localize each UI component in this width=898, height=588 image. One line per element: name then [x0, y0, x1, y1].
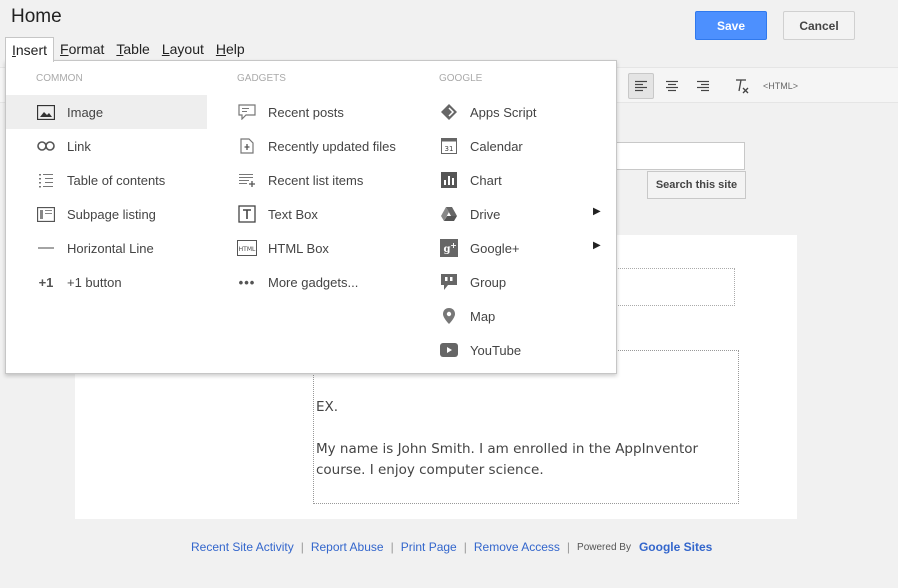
insert-text-box-item[interactable]: Text Box — [237, 197, 318, 231]
google-plus-submenu-arrow-icon: ▶ — [593, 240, 601, 251]
subpage-listing-icon — [36, 204, 56, 224]
menu-format[interactable]: Format — [54, 37, 110, 61]
content-placeholder-box[interactable] — [615, 268, 735, 306]
clear-formatting-icon[interactable] — [728, 73, 754, 99]
svg-text:31: 31 — [445, 145, 454, 153]
link-icon — [36, 136, 56, 156]
align-left-icon[interactable] — [628, 73, 654, 99]
insert-subpage-listing-item[interactable]: Subpage listing — [36, 197, 156, 231]
apps-script-icon — [439, 102, 459, 122]
more-gadgets-icon: ••• — [238, 274, 256, 290]
svg-text:+: + — [450, 241, 457, 250]
html-box-icon: HTML — [237, 238, 257, 258]
insert-recent-posts-item[interactable]: Recent posts — [237, 95, 344, 129]
youtube-icon — [439, 340, 459, 360]
menubar: Insert Format Table Layout Help — [5, 37, 251, 62]
footer-separator: | — [566, 540, 571, 554]
gadgets-header: Gadgets — [237, 73, 286, 84]
body-line-2: My name is John Smith. I am enrolled in … — [316, 441, 699, 478]
insert-toc-item[interactable]: Table of contents — [36, 163, 165, 197]
insert-menu-dropdown: Common Image Link Table of contents Subp… — [5, 60, 617, 374]
insert-recently-updated-files-item[interactable]: Recently updated files — [237, 129, 396, 163]
menu-insert[interactable]: Insert — [5, 37, 55, 62]
text-box-icon — [237, 204, 257, 224]
insert-chart-item[interactable]: Chart — [439, 163, 502, 197]
align-right-icon[interactable] — [690, 73, 716, 99]
save-button[interactable]: Save — [695, 11, 767, 40]
recent-files-icon — [237, 136, 257, 156]
menu-help[interactable]: Help — [210, 37, 251, 61]
table-of-contents-icon — [36, 170, 56, 190]
footer-link-activity[interactable]: Recent Site Activity — [191, 540, 294, 554]
plus-one-icon: +1 — [38, 274, 54, 290]
drive-icon — [439, 204, 459, 224]
drive-submenu-arrow-icon: ▶ — [593, 206, 601, 217]
insert-group-item[interactable]: Group — [439, 265, 506, 299]
insert-html-box-item[interactable]: HTML HTML Box — [237, 231, 329, 265]
insert-more-gadgets-item[interactable]: ••• More gadgets... — [237, 265, 359, 299]
map-pin-icon — [439, 306, 459, 326]
footer: Recent Site Activity | Report Abuse | Pr… — [191, 540, 712, 554]
footer-separator: | — [300, 540, 304, 554]
footer-separator: | — [463, 540, 467, 554]
image-icon — [36, 102, 56, 122]
insert-google-plus-item[interactable]: g + Google+ — [439, 231, 520, 265]
powered-by-label: Powered By — [577, 541, 631, 553]
group-icon — [439, 272, 459, 292]
insert-plus-one-item[interactable]: +1 +1 button — [36, 265, 122, 299]
google-sites-link[interactable]: Google Sites — [639, 540, 712, 554]
insert-image-item[interactable]: Image — [6, 95, 207, 129]
insert-apps-script-item[interactable]: Apps Script — [439, 95, 536, 129]
align-center-icon[interactable] — [659, 73, 685, 99]
footer-link-report-abuse[interactable]: Report Abuse — [311, 540, 384, 554]
page-title: Home — [11, 6, 62, 27]
body-line-1: EX. — [316, 399, 339, 415]
footer-link-print[interactable]: Print Page — [401, 540, 457, 554]
insert-horizontal-line-item[interactable]: Horizontal Line — [36, 231, 154, 265]
insert-calendar-item[interactable]: 31 Calendar — [439, 129, 523, 163]
menu-table[interactable]: Table — [110, 37, 155, 61]
html-button[interactable]: <HTML> — [763, 81, 798, 91]
insert-map-item[interactable]: Map — [439, 299, 495, 333]
insert-recent-list-items-item[interactable]: Recent list items — [237, 163, 363, 197]
insert-youtube-item[interactable]: YouTube — [439, 333, 521, 367]
svg-text:HTML: HTML — [239, 246, 256, 253]
menu-layout[interactable]: Layout — [156, 37, 210, 61]
search-site-button[interactable]: Search this site — [647, 171, 746, 199]
cancel-button[interactable]: Cancel — [783, 11, 855, 40]
google-plus-icon: g + — [439, 238, 459, 258]
google-header: Google — [439, 73, 483, 84]
recent-posts-icon — [237, 102, 257, 122]
site-search-input[interactable] — [612, 142, 745, 170]
horizontal-line-icon — [36, 238, 56, 258]
recent-list-items-icon — [237, 170, 257, 190]
common-header: Common — [36, 73, 83, 84]
footer-separator: | — [390, 540, 394, 554]
insert-drive-item[interactable]: Drive — [439, 197, 500, 231]
footer-link-remove-access[interactable]: Remove Access — [474, 540, 560, 554]
calendar-icon: 31 — [439, 136, 459, 156]
insert-link-item[interactable]: Link — [36, 129, 91, 163]
chart-icon — [439, 170, 459, 190]
